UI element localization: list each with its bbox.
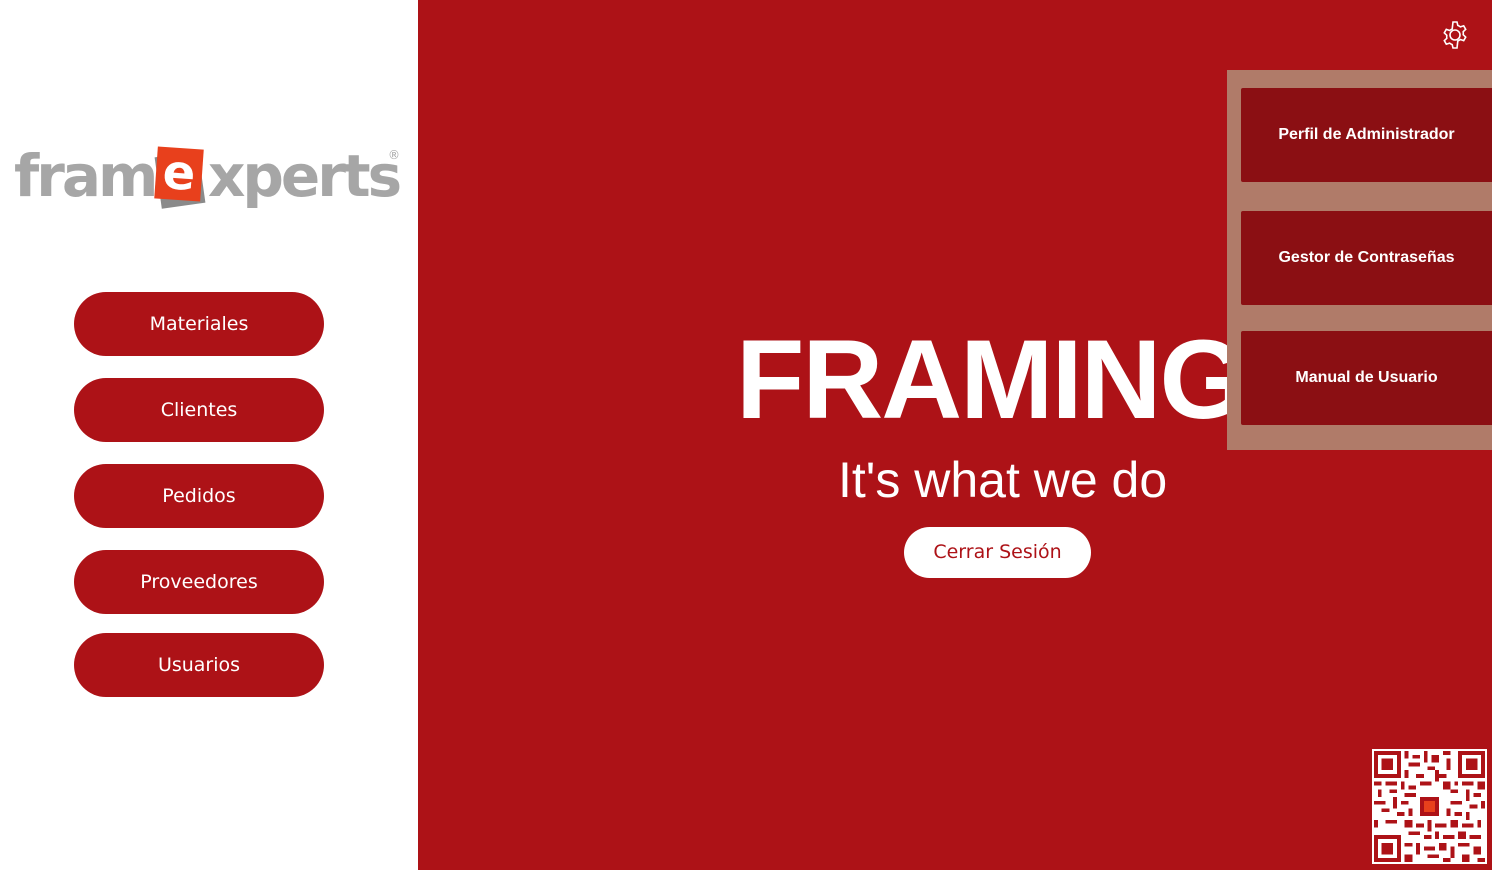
logo-text-part1: fram — [14, 142, 158, 210]
menu-item-password-manager[interactable]: Gestor de Contraseñas — [1241, 211, 1492, 305]
clientes-button[interactable]: Clientes — [74, 378, 324, 442]
usuarios-button[interactable]: Usuarios — [74, 633, 324, 697]
logo-e-badge: e — [154, 144, 206, 209]
logo-badge-letter: e — [154, 144, 204, 202]
registered-mark: ® — [388, 148, 400, 162]
hero-subtitle: It's what we do — [838, 452, 1168, 508]
main-panel: FRAMING It's what we do Cerrar Sesión Pe… — [418, 0, 1492, 870]
gear-icon[interactable] — [1440, 20, 1470, 50]
settings-dropdown: Perfil de Administrador Gestor de Contra… — [1227, 70, 1492, 450]
hero-title: FRAMING — [736, 317, 1247, 442]
menu-item-user-manual[interactable]: Manual de Usuario — [1241, 331, 1492, 425]
app-window: fram e xperts ® Materiales Clientes Pedi… — [0, 0, 1492, 870]
pedidos-button[interactable]: Pedidos — [74, 464, 324, 528]
logo-text-part2: xperts — [208, 142, 402, 210]
qr-code-icon — [1372, 749, 1487, 864]
frame-experts-logo: fram e xperts ® — [14, 140, 404, 220]
proveedores-button[interactable]: Proveedores — [74, 550, 324, 614]
materiales-button[interactable]: Materiales — [74, 292, 324, 356]
sidebar: fram e xperts ® Materiales Clientes Pedi… — [0, 0, 418, 870]
menu-item-admin-profile[interactable]: Perfil de Administrador — [1241, 88, 1492, 182]
logout-button[interactable]: Cerrar Sesión — [904, 527, 1091, 578]
